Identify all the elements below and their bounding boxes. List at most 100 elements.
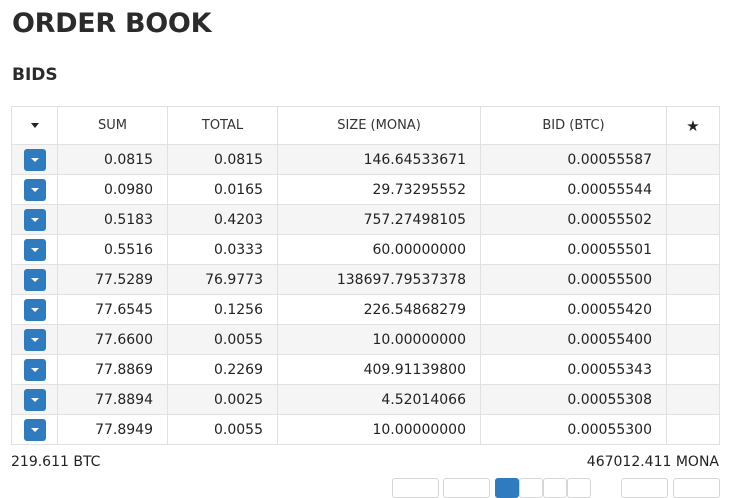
cell-sum: 77.8894 bbox=[57, 384, 168, 415]
cell-favorite[interactable] bbox=[666, 324, 720, 355]
chevron-down-icon[interactable] bbox=[23, 238, 46, 261]
bids-table: SUM TOTAL SIZE (MONA) BID (BTC) ★ 0.0815… bbox=[11, 106, 720, 445]
cell-sum: 0.5516 bbox=[57, 234, 168, 265]
pagination-page-3[interactable] bbox=[543, 478, 567, 498]
pagination-page-1[interactable] bbox=[495, 478, 519, 498]
cell-bid: 0.00055343 bbox=[480, 354, 667, 385]
chevron-down-icon[interactable] bbox=[23, 358, 46, 381]
table-row: 77.5289 76.9773 138697.79537378 0.00055500 bbox=[11, 264, 720, 295]
table-row: 77.6600 0.0055 10.00000000 0.00055400 bbox=[11, 324, 720, 355]
pagination-page-4[interactable] bbox=[567, 478, 591, 498]
bids-table-body: 0.0815 0.0815 146.64533671 0.00055587 0.0980… bbox=[11, 144, 720, 445]
cell-sum: 77.8869 bbox=[57, 354, 168, 385]
cell-favorite[interactable] bbox=[666, 384, 720, 415]
cell-bid: 0.00055400 bbox=[480, 324, 667, 355]
caret-down-icon[interactable] bbox=[30, 123, 39, 128]
cell-sum: 77.6600 bbox=[57, 324, 168, 355]
table-row: 0.5516 0.0333 60.00000000 0.00055501 bbox=[11, 234, 720, 265]
row-action-cell bbox=[11, 324, 58, 355]
cell-total: 0.1256 bbox=[167, 294, 278, 325]
cell-total: 0.0055 bbox=[167, 324, 278, 355]
cell-size: 146.64533671 bbox=[277, 144, 481, 175]
row-action-cell bbox=[11, 264, 58, 295]
cell-bid: 0.00055308 bbox=[480, 384, 667, 415]
row-action-cell bbox=[11, 144, 58, 175]
table-header-row: SUM TOTAL SIZE (MONA) BID (BTC) ★ bbox=[11, 106, 720, 145]
pagination-last-button[interactable] bbox=[673, 478, 720, 498]
chevron-down-icon[interactable] bbox=[23, 178, 46, 201]
row-action-cell bbox=[11, 294, 58, 325]
cell-size: 4.52014066 bbox=[277, 384, 481, 415]
cell-bid: 0.00055502 bbox=[480, 204, 667, 235]
pagination-first-button[interactable] bbox=[392, 478, 439, 498]
cell-bid: 0.00055544 bbox=[480, 174, 667, 205]
row-action-cell bbox=[11, 234, 58, 265]
cell-total: 0.2269 bbox=[167, 354, 278, 385]
chevron-down-icon[interactable] bbox=[23, 388, 46, 411]
chevron-down-icon[interactable] bbox=[23, 418, 46, 441]
cell-total: 76.9773 bbox=[167, 264, 278, 295]
table-row: 0.0815 0.0815 146.64533671 0.00055587 bbox=[11, 144, 720, 175]
cell-favorite[interactable] bbox=[666, 414, 720, 445]
cell-bid: 0.00055587 bbox=[480, 144, 667, 175]
chevron-down-icon[interactable] bbox=[23, 208, 46, 231]
row-action-cell bbox=[11, 174, 58, 205]
page-title: ORDER BOOK bbox=[12, 8, 212, 39]
total-mona: 467012.411 MONA bbox=[586, 454, 719, 470]
row-action-cell bbox=[11, 204, 58, 235]
table-row: 77.6545 0.1256 226.54868279 0.00055420 bbox=[11, 294, 720, 325]
cell-size: 409.91139800 bbox=[277, 354, 481, 385]
cell-size: 29.73295552 bbox=[277, 174, 481, 205]
cell-favorite[interactable] bbox=[666, 354, 720, 385]
cell-favorite[interactable] bbox=[666, 174, 720, 205]
table-row: 0.5183 0.4203 757.27498105 0.00055502 bbox=[11, 204, 720, 235]
cell-size: 60.00000000 bbox=[277, 234, 481, 265]
cell-favorite[interactable] bbox=[666, 294, 720, 325]
total-btc: 219.611 BTC bbox=[11, 454, 101, 470]
table-row: 77.8894 0.0025 4.52014066 0.00055308 bbox=[11, 384, 720, 415]
table-row: 0.0980 0.0165 29.73295552 0.00055544 bbox=[11, 174, 720, 205]
cell-total: 0.0165 bbox=[167, 174, 278, 205]
cell-size: 10.00000000 bbox=[277, 414, 481, 445]
star-icon[interactable]: ★ bbox=[686, 117, 699, 135]
cell-sum: 77.8949 bbox=[57, 414, 168, 445]
row-action-cell bbox=[11, 414, 58, 445]
pagination-page-2[interactable] bbox=[519, 478, 543, 498]
cell-bid: 0.00055500 bbox=[480, 264, 667, 295]
cell-size: 10.00000000 bbox=[277, 324, 481, 355]
column-header-bid[interactable]: BID (BTC) bbox=[480, 106, 667, 145]
cell-favorite[interactable] bbox=[666, 144, 720, 175]
pagination-prev-button[interactable] bbox=[443, 478, 490, 498]
column-header-sum[interactable]: SUM bbox=[57, 106, 168, 145]
cell-sum: 0.0815 bbox=[57, 144, 168, 175]
table-row: 77.8869 0.2269 409.91139800 0.00055343 bbox=[11, 354, 720, 385]
chevron-down-icon[interactable] bbox=[23, 298, 46, 321]
pagination-next-button[interactable] bbox=[621, 478, 668, 498]
cell-bid: 0.00055300 bbox=[480, 414, 667, 445]
cell-total: 0.0025 bbox=[167, 384, 278, 415]
cell-total: 0.0815 bbox=[167, 144, 278, 175]
column-header-size[interactable]: SIZE (MONA) bbox=[277, 106, 481, 145]
cell-sum: 0.5183 bbox=[57, 204, 168, 235]
chevron-down-icon[interactable] bbox=[23, 148, 46, 171]
cell-favorite[interactable] bbox=[666, 204, 720, 235]
row-action-cell bbox=[11, 354, 58, 385]
chevron-down-icon[interactable] bbox=[23, 328, 46, 351]
table-row: 77.8949 0.0055 10.00000000 0.00055300 bbox=[11, 414, 720, 445]
column-menu-header[interactable] bbox=[11, 106, 58, 145]
chevron-down-icon[interactable] bbox=[23, 268, 46, 291]
cell-sum: 0.0980 bbox=[57, 174, 168, 205]
cell-total: 0.0055 bbox=[167, 414, 278, 445]
cell-total: 0.0333 bbox=[167, 234, 278, 265]
cell-favorite[interactable] bbox=[666, 264, 720, 295]
column-header-total[interactable]: TOTAL bbox=[167, 106, 278, 145]
section-title-bids: BIDS bbox=[12, 65, 58, 85]
column-header-favorite[interactable]: ★ bbox=[666, 106, 720, 145]
cell-sum: 77.6545 bbox=[57, 294, 168, 325]
cell-size: 757.27498105 bbox=[277, 204, 481, 235]
cell-bid: 0.00055420 bbox=[480, 294, 667, 325]
cell-favorite[interactable] bbox=[666, 234, 720, 265]
cell-size: 138697.79537378 bbox=[277, 264, 481, 295]
cell-size: 226.54868279 bbox=[277, 294, 481, 325]
cell-bid: 0.00055501 bbox=[480, 234, 667, 265]
